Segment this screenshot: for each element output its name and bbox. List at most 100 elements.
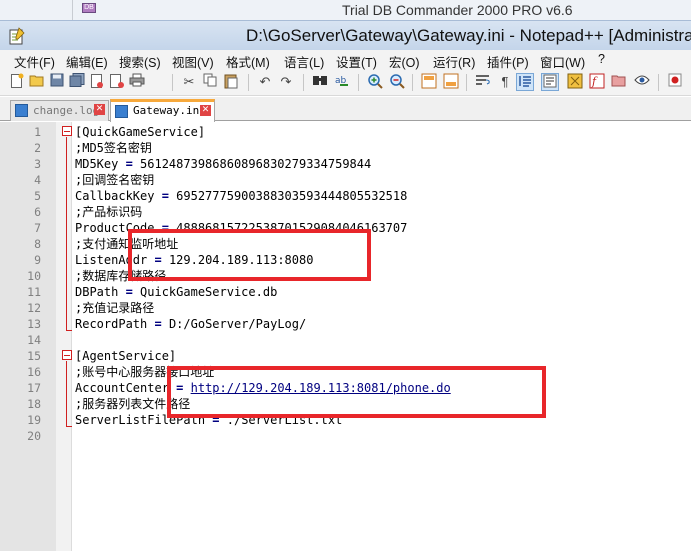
line-text: [QuickGameService] <box>75 125 206 139</box>
menu-window[interactable]: 窗口(W) <box>540 52 585 71</box>
line-text: ;产品标识码 <box>75 205 143 219</box>
word-wrap-icon[interactable] <box>474 73 492 91</box>
doc-map-icon[interactable] <box>566 73 584 91</box>
line-text: DBPath = QuickGameService.db <box>75 284 277 300</box>
ini-equals: = <box>161 189 169 203</box>
save-icon[interactable] <box>48 73 66 91</box>
line-text: ;MD5签名密钥 <box>75 141 152 155</box>
menu-format[interactable]: 格式(M) <box>226 52 270 71</box>
notepad-plus-plus-icon <box>9 27 25 45</box>
text-editor[interactable]: 1 [QuickGameService] 2 ;MD5签名密钥 3 MD5Key = 56… <box>0 122 691 551</box>
close-file-icon[interactable] <box>88 73 106 91</box>
ini-key: RecordPath <box>75 317 155 331</box>
tab-label: change.log <box>33 104 100 117</box>
menu-file[interactable]: 文件(F) <box>14 52 55 71</box>
menu-language[interactable]: 语言(L) <box>284 52 324 71</box>
record-macro-icon[interactable] <box>666 73 684 91</box>
cut-icon[interactable]: ✂ <box>180 73 198 91</box>
file-saved-icon <box>15 104 28 117</box>
line-number: 3 <box>34 157 41 171</box>
code-line[interactable]: 12 ;充值记录路径 <box>0 300 691 316</box>
code-line[interactable]: 3 MD5Key = 561248739868608968302793347598… <box>0 156 691 172</box>
folder-workspace-icon[interactable] <box>610 73 628 91</box>
tab-change-log[interactable]: change.log ✕ <box>10 100 109 121</box>
indent-guide-icon[interactable] <box>516 73 534 91</box>
line-text: RecordPath = D:/GoServer/PayLog/ <box>75 316 306 332</box>
line-number: 14 <box>27 333 41 347</box>
print-icon[interactable] <box>128 73 146 91</box>
copy-icon[interactable] <box>201 73 219 91</box>
line-text: ;回调签名密钥 <box>75 173 155 187</box>
show-all-chars-icon[interactable]: ¶ <box>496 73 514 91</box>
background-window-title: Trial DB Commander 2000 PRO v6.6 <box>342 2 573 18</box>
ini-key: AccountCenter <box>75 381 177 395</box>
line-number: 19 <box>27 413 41 427</box>
menu-help[interactable]: ? <box>598 52 605 66</box>
zoom-in-icon[interactable] <box>366 73 384 91</box>
code-line[interactable]: 5 CallbackKey = 6952777590038830359344480… <box>0 188 691 204</box>
menu-run[interactable]: 运行(R) <box>433 52 475 71</box>
line-number: 2 <box>34 141 41 155</box>
undo-icon[interactable]: ↶ <box>256 73 274 91</box>
menu-bar: 文件(F) 编辑(E) 搜索(S) 视图(V) 格式(M) 语言(L) 设置(T… <box>0 50 691 70</box>
code-line[interactable]: 2 ;MD5签名密钥 <box>0 140 691 156</box>
user-language-icon[interactable] <box>541 73 559 91</box>
code-line[interactable]: 1 [QuickGameService] <box>0 124 691 140</box>
code-line[interactable]: 11 DBPath = QuickGameService.db <box>0 284 691 300</box>
line-number: 20 <box>27 429 41 443</box>
menu-macro[interactable]: 宏(O) <box>389 52 420 71</box>
background-window-divider <box>72 0 73 20</box>
line-number: 12 <box>27 301 41 315</box>
ini-equals: = <box>154 317 162 331</box>
line-number: 6 <box>34 205 41 219</box>
code-line[interactable]: 13 RecordPath = D:/GoServer/PayLog/ <box>0 316 691 332</box>
ini-value: D:/GoServer/PayLog/ <box>161 317 307 331</box>
redo-icon[interactable]: ↷ <box>277 73 295 91</box>
db-commander-icon: DB <box>82 3 96 13</box>
window-title: D:\GoServer\Gateway\Gateway.ini - Notepa… <box>246 26 691 45</box>
toolbar-separator <box>358 74 359 91</box>
window-title-bar[interactable]: D:\GoServer\Gateway\Gateway.ini - Notepa… <box>0 20 691 50</box>
ini-key: MD5Key <box>75 157 126 171</box>
ini-value: QuickGameService.db <box>132 285 278 299</box>
sync-horizontal-icon[interactable] <box>442 73 460 91</box>
sync-vertical-icon[interactable] <box>420 73 438 91</box>
replace-icon[interactable]: ab <box>333 73 351 91</box>
zoom-out-icon[interactable] <box>388 73 406 91</box>
paste-icon[interactable] <box>222 73 240 91</box>
menu-search[interactable]: 搜索(S) <box>119 52 161 71</box>
menu-plugins[interactable]: 插件(P) <box>487 52 529 71</box>
ini-value: 561248739868608968302793347598​44 <box>132 157 372 171</box>
line-text: [AgentService] <box>75 349 177 363</box>
close-all-icon[interactable] <box>108 73 126 91</box>
toolbar: ✂ ↶ ↷ ab ¶ f <box>0 70 691 96</box>
background-window-strip: DB Trial DB Commander 2000 PRO v6.6 <box>0 0 691 20</box>
code-line[interactable]: 15 [AgentService] <box>0 348 691 364</box>
ini-equals: = <box>125 285 133 299</box>
monitoring-eye-icon[interactable] <box>633 73 651 91</box>
code-line[interactable]: 20 <box>0 428 691 444</box>
close-tab-icon[interactable]: ✕ <box>94 104 105 115</box>
tab-gateway-ini[interactable]: Gateway.ini ✕ <box>110 99 215 122</box>
menu-settings[interactable]: 设置(T) <box>336 52 377 71</box>
line-number: 4 <box>34 173 41 187</box>
save-all-icon[interactable] <box>68 73 86 91</box>
code-line[interactable]: 14 <box>0 332 691 348</box>
file-saved-icon <box>115 105 128 118</box>
close-tab-icon[interactable]: ✕ <box>200 105 211 116</box>
toolbar-separator <box>303 74 304 91</box>
menu-view[interactable]: 视图(V) <box>172 52 214 71</box>
line-number: 8 <box>34 237 41 251</box>
find-icon[interactable] <box>311 73 329 91</box>
line-number: 17 <box>27 381 41 395</box>
new-file-icon[interactable] <box>8 73 26 91</box>
function-list-icon[interactable]: f <box>588 73 606 91</box>
open-file-icon[interactable] <box>28 73 46 91</box>
menu-edit[interactable]: 编辑(E) <box>66 52 108 71</box>
ini-value: 69527775900388303593444805532518 <box>168 189 408 203</box>
code-line[interactable]: 6 ;产品标识码 <box>0 204 691 220</box>
code-line[interactable]: 4 ;回调签名密钥 <box>0 172 691 188</box>
line-number: 5 <box>34 189 41 203</box>
line-text: MD5Key = 561248739868608968302793347598​… <box>75 156 371 172</box>
ini-key: CallbackKey <box>75 189 162 203</box>
